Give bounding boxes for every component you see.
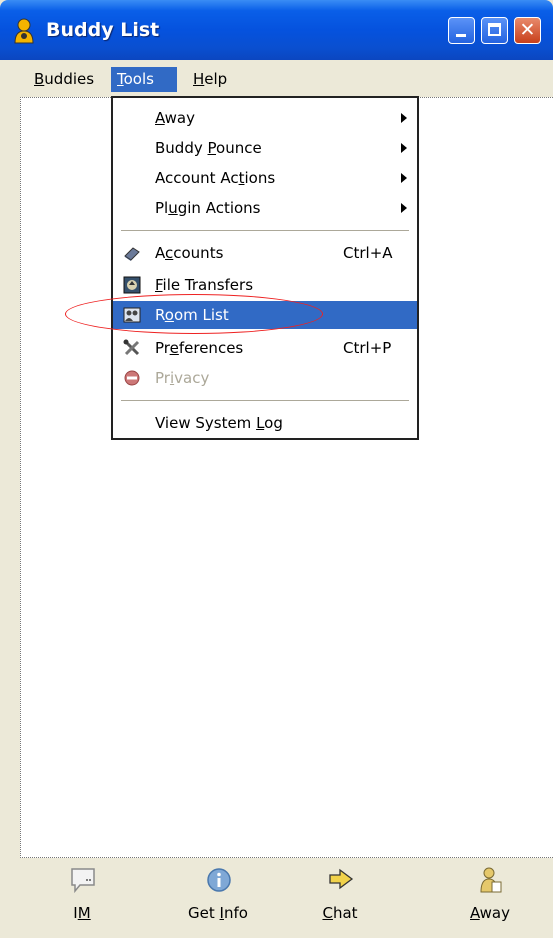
menu-buddies[interactable]: Buddies: [28, 67, 100, 92]
annotation-ellipse: [65, 294, 323, 334]
menu-item-away[interactable]: Away: [113, 104, 417, 132]
menu-item-preferences[interactable]: Preferences Ctrl+P: [113, 334, 417, 362]
menu-item-privacy[interactable]: Privacy: [113, 364, 417, 392]
menu-separator: [121, 400, 409, 402]
shortcut-label: Ctrl+P: [343, 339, 392, 357]
accounts-icon: [124, 247, 140, 261]
menu-item-buddy-pounce[interactable]: Buddy Pounce: [113, 134, 417, 162]
menu-item-accounts[interactable]: Accounts Ctrl+A: [113, 239, 417, 267]
maximize-icon: [488, 23, 501, 36]
chat-icon: [329, 868, 354, 890]
maximize-button[interactable]: [481, 17, 508, 44]
info-icon: [207, 868, 231, 892]
privacy-icon: [124, 370, 140, 386]
submenu-arrow-icon: [401, 203, 407, 213]
menu-tools[interactable]: Tools: [111, 67, 177, 92]
away-icon: [480, 867, 502, 893]
close-icon: ✕: [519, 19, 536, 41]
buddy-app-icon: [14, 18, 34, 44]
menu-help[interactable]: Help: [187, 67, 233, 92]
window-title: Buddy List: [46, 19, 160, 41]
menu-item-view-system-log[interactable]: View System Log: [113, 409, 417, 437]
minimize-button[interactable]: [448, 17, 475, 44]
title-bar: Buddy List ✕: [0, 0, 553, 60]
im-icon: [71, 868, 95, 894]
im-button[interactable]: IM: [22, 862, 142, 932]
submenu-arrow-icon: [401, 173, 407, 183]
submenu-arrow-icon: [401, 113, 407, 123]
minimize-icon: [456, 34, 466, 37]
tools-dropdown-menu: Away Buddy Pounce Account Actions Plugin…: [111, 96, 419, 440]
get-info-button[interactable]: Get Info: [158, 862, 278, 932]
chat-button[interactable]: Chat: [280, 862, 400, 932]
menu-separator: [121, 230, 409, 232]
file-transfers-icon: [123, 276, 141, 294]
away-button[interactable]: Away: [430, 862, 550, 932]
shortcut-label: Ctrl+A: [343, 244, 393, 262]
menu-item-account-actions[interactable]: Account Actions: [113, 164, 417, 192]
submenu-arrow-icon: [401, 143, 407, 153]
close-button[interactable]: ✕: [514, 17, 541, 44]
menu-item-plugin-actions[interactable]: Plugin Actions: [113, 194, 417, 222]
preferences-icon: [123, 339, 140, 356]
